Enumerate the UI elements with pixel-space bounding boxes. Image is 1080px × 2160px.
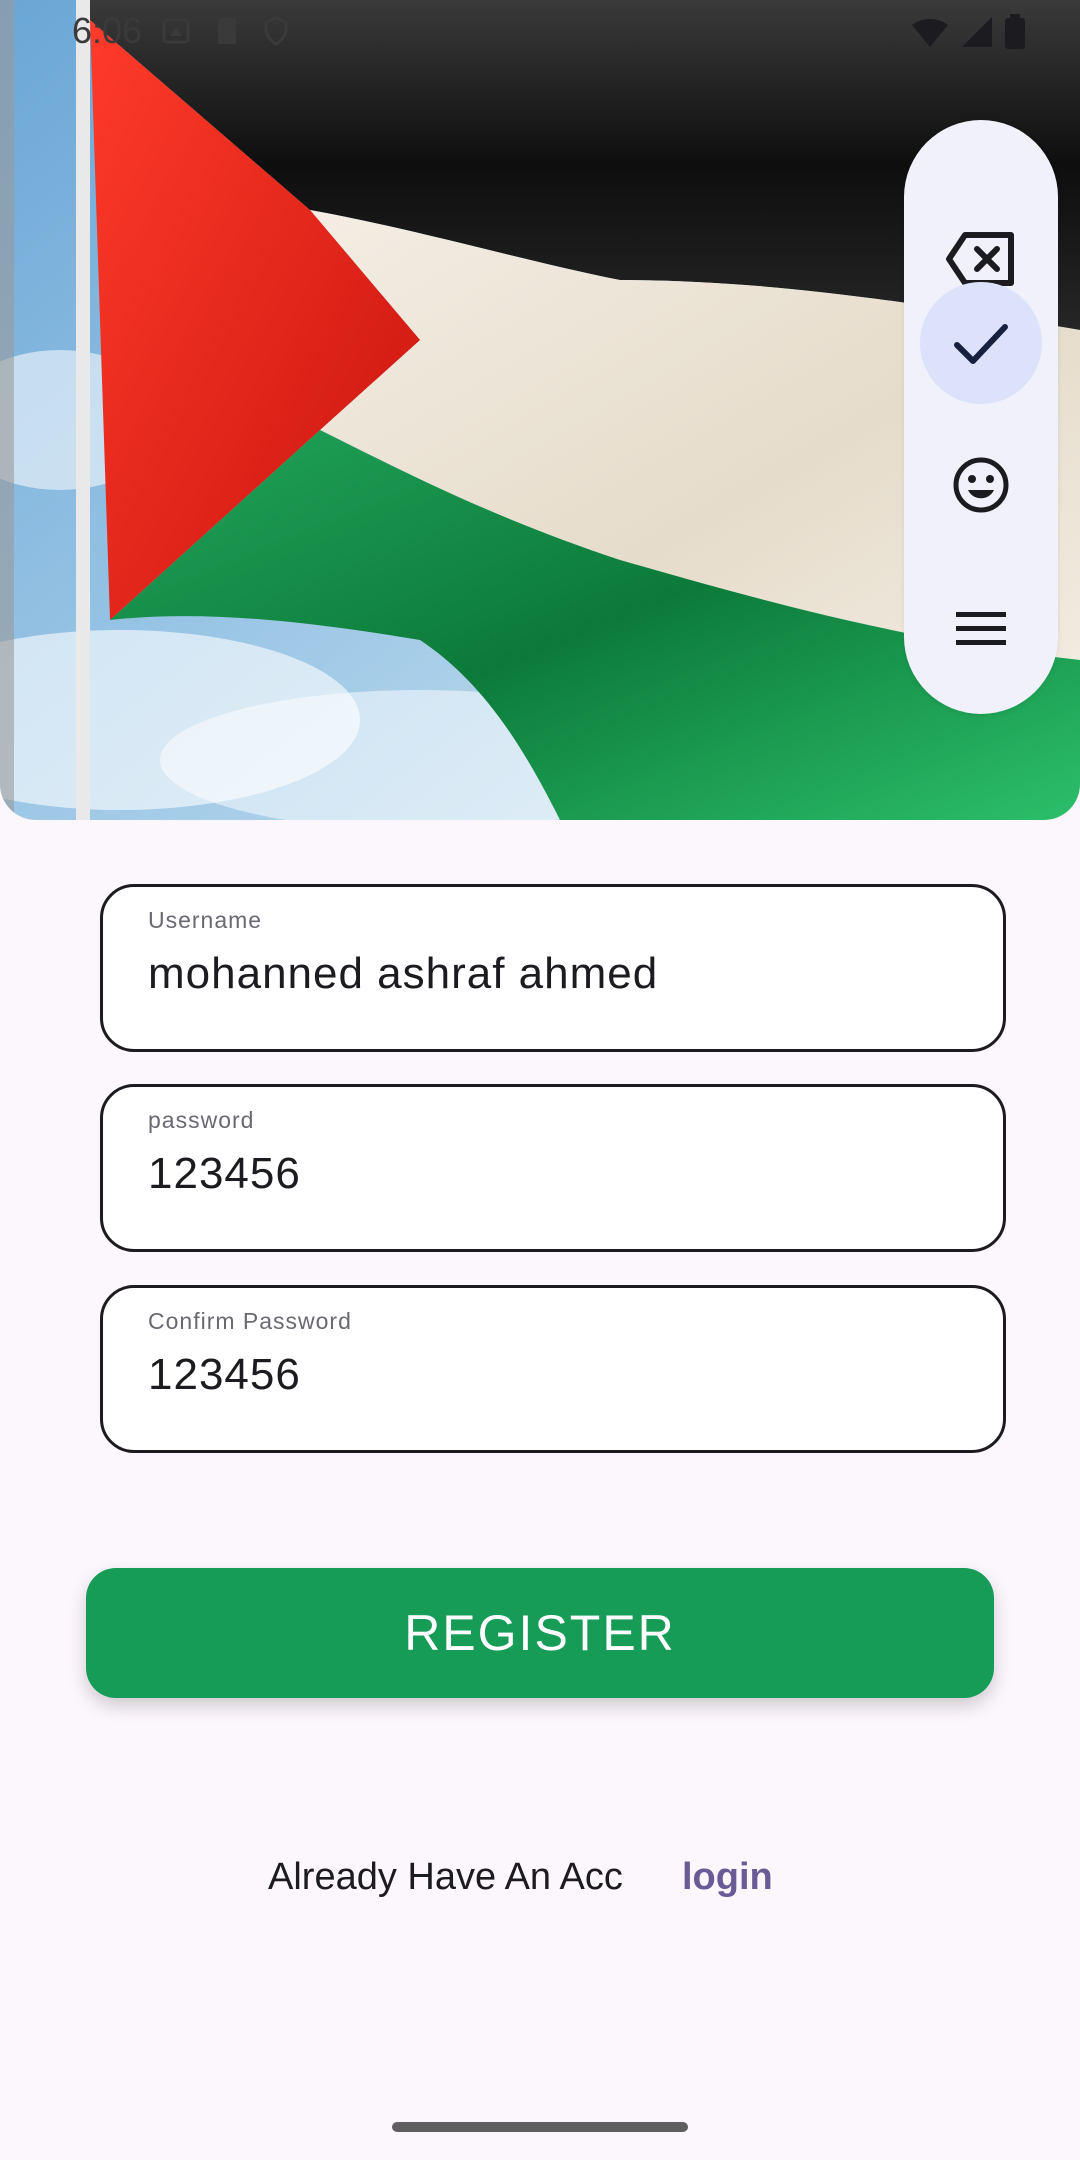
password-label: password bbox=[148, 1107, 255, 1133]
home-indicator[interactable] bbox=[392, 2122, 688, 2132]
floating-toolbar bbox=[904, 120, 1058, 714]
wifi-icon bbox=[910, 15, 950, 54]
signal-icon bbox=[960, 15, 994, 54]
status-time: 6:06 bbox=[72, 10, 143, 51]
notification-icon bbox=[162, 16, 190, 51]
register-button[interactable]: REGISTER bbox=[86, 1568, 994, 1698]
confirm-password-label: Confirm Password bbox=[148, 1308, 352, 1334]
password-input[interactable] bbox=[148, 1149, 948, 1199]
password-field[interactable]: password bbox=[100, 1084, 1006, 1252]
check-icon bbox=[954, 324, 1008, 364]
menu-button[interactable] bbox=[920, 568, 1042, 690]
confirm-password-field[interactable]: Confirm Password bbox=[100, 1285, 1006, 1453]
login-link[interactable]: login bbox=[682, 1856, 773, 1899]
check-button[interactable] bbox=[920, 282, 1042, 404]
sim-card-icon bbox=[216, 16, 238, 51]
backspace-icon bbox=[946, 232, 1014, 286]
status-bar: 6:06 bbox=[0, 0, 1080, 64]
username-field[interactable]: Username bbox=[100, 884, 1006, 1052]
already-have-account-text: Already Have An Acc bbox=[268, 1856, 623, 1898]
shield-icon bbox=[264, 16, 288, 51]
confirm-password-input[interactable] bbox=[148, 1350, 948, 1400]
emoji-icon bbox=[953, 457, 1009, 513]
menu-icon bbox=[956, 612, 1006, 645]
username-input[interactable] bbox=[148, 949, 948, 999]
battery-icon bbox=[1004, 14, 1026, 55]
emoji-button[interactable] bbox=[920, 424, 1042, 546]
username-label: Username bbox=[148, 907, 263, 933]
